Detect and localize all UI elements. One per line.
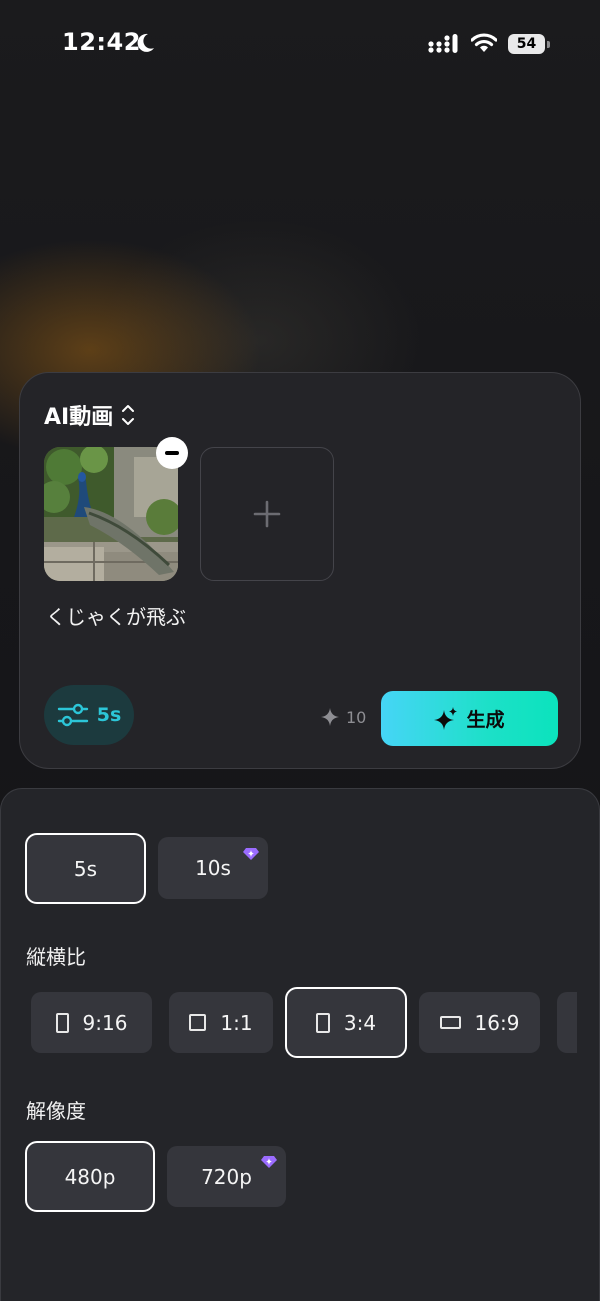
credit-cost-value: 10	[346, 707, 367, 727]
settings-sheet: 5s 10s 縦横比 9:16 1:1 3:4 16:9 解像度 480p 72…	[0, 788, 600, 1301]
settings-duration-label: 5s	[96, 704, 122, 726]
aspect-option-label: 9:16	[82, 1010, 128, 1035]
cellular-signal-icon	[428, 34, 458, 53]
sparkles-icon	[434, 706, 458, 730]
uploaded-image-thumbnail[interactable]	[44, 447, 178, 581]
chevron-up-down-icon	[122, 405, 135, 425]
aspect-option-1-1[interactable]: 1:1	[169, 992, 273, 1053]
sparkle-icon	[321, 708, 339, 726]
resolution-option-720p[interactable]: 720p	[167, 1146, 286, 1207]
remove-image-button[interactable]	[156, 437, 188, 469]
aspect-ratio-title: 縦横比	[26, 945, 86, 969]
battery-indicator: 54	[508, 34, 550, 54]
status-bar: 12:42 54	[0, 0, 600, 90]
duration-option-label: 10s	[195, 856, 231, 880]
aspect-option-label: 16:9	[474, 1010, 520, 1035]
composer-card: AI動画 くじゃくが飛ぶ 5s 10 生成	[19, 372, 581, 769]
premium-gem-icon	[243, 848, 259, 860]
wifi-icon	[471, 33, 497, 52]
aspect-option-label: 1:1	[220, 1010, 253, 1035]
peacock-photo	[44, 447, 178, 581]
resolution-title: 解像度	[26, 1099, 86, 1123]
credit-cost: 10	[320, 707, 366, 727]
aspect-option-3-4[interactable]: 3:4	[285, 987, 407, 1058]
sliders-icon	[57, 703, 88, 727]
generate-button[interactable]: 生成	[381, 691, 558, 746]
mode-selector[interactable]: AI動画	[44, 399, 135, 431]
duration-option-label: 5s	[73, 856, 98, 881]
premium-gem-icon	[261, 1156, 277, 1168]
prompt-text[interactable]: くじゃくが飛ぶ	[46, 601, 186, 630]
portrait-ratio-icon	[315, 1012, 330, 1033]
battery-tip	[547, 41, 550, 48]
mode-label: AI動画	[44, 405, 114, 430]
aspect-option-label: 3:4	[343, 1010, 377, 1035]
square-ratio-icon	[189, 1014, 207, 1031]
resolution-option-480p[interactable]: 480p	[25, 1141, 155, 1212]
minus-icon	[165, 451, 179, 455]
aspect-option-more[interactable]	[557, 992, 577, 1053]
status-time: 12:42	[62, 28, 141, 56]
resolution-option-label: 480p	[64, 1164, 116, 1189]
portrait-ratio-icon	[55, 1012, 69, 1033]
generate-label: 生成	[466, 709, 505, 731]
moon-icon	[137, 33, 154, 52]
aspect-option-9-16[interactable]: 9:16	[31, 992, 152, 1053]
aspect-option-16-9[interactable]: 16:9	[419, 992, 540, 1053]
landscape-ratio-icon	[439, 1016, 461, 1029]
settings-button[interactable]: 5s	[44, 685, 134, 745]
duration-option-10s[interactable]: 10s	[158, 837, 268, 899]
add-image-button[interactable]	[200, 447, 334, 581]
duration-option-5s[interactable]: 5s	[25, 833, 146, 904]
plus-icon	[253, 500, 281, 528]
battery-level: 54	[508, 34, 545, 54]
resolution-option-label: 720p	[201, 1164, 252, 1189]
